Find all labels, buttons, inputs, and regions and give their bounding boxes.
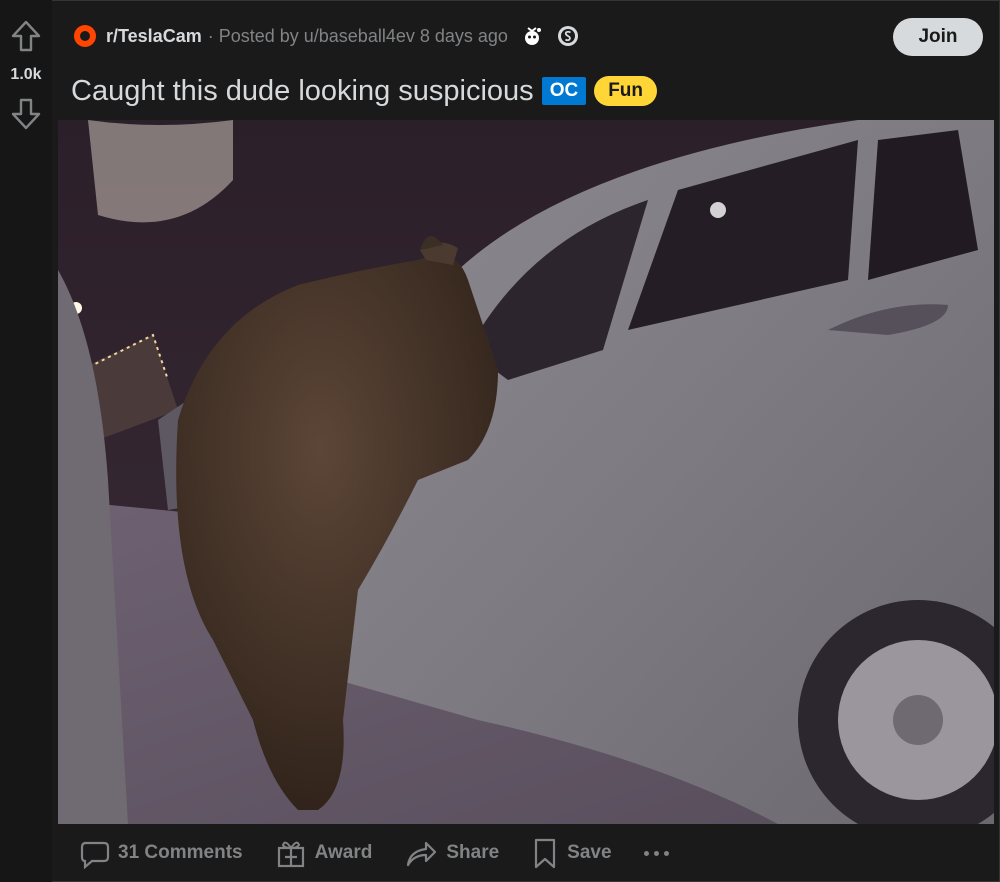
comments-button[interactable]: 31 Comments bbox=[70, 831, 251, 875]
post-actions: 31 Comments Award Share Save bbox=[70, 830, 677, 876]
post-title-row: Caught this dude looking suspicious OC F… bbox=[71, 70, 658, 112]
silver-award-icon[interactable] bbox=[556, 24, 580, 48]
award-label: Award bbox=[314, 842, 373, 863]
subreddit-icon[interactable] bbox=[74, 25, 96, 47]
share-button[interactable]: Share bbox=[396, 831, 507, 875]
post-meta: r/TeslaCam · Posted by u/baseball4ev 8 d… bbox=[74, 22, 580, 50]
post-image[interactable] bbox=[58, 120, 994, 824]
save-label: Save bbox=[567, 842, 612, 863]
flair-badge[interactable]: Fun bbox=[594, 76, 658, 106]
share-icon bbox=[407, 841, 437, 867]
post-title[interactable]: Caught this dude looking suspicious bbox=[71, 75, 534, 108]
award-button[interactable]: Award bbox=[267, 831, 381, 875]
oc-badge: OC bbox=[541, 77, 587, 105]
more-dot-icon bbox=[653, 850, 659, 856]
posted-by-text: · Posted by u/baseball4ev 8 days ago bbox=[207, 25, 508, 46]
subreddit-link[interactable]: r/TeslaCam bbox=[106, 26, 202, 47]
helpful-award-icon[interactable] bbox=[520, 24, 544, 48]
upvote-button[interactable] bbox=[8, 18, 44, 54]
vote-score: 1.0k bbox=[10, 66, 42, 83]
downvote-arrow-icon bbox=[11, 98, 41, 130]
more-dot-icon bbox=[663, 850, 669, 856]
share-label: Share bbox=[446, 842, 500, 863]
save-button[interactable]: Save bbox=[523, 831, 619, 875]
gift-icon bbox=[277, 841, 304, 868]
upvote-arrow-icon bbox=[11, 20, 41, 52]
vote-bar: 1.0k bbox=[0, 0, 52, 882]
comments-label: 31 Comments bbox=[118, 842, 243, 863]
more-options-button[interactable] bbox=[636, 845, 677, 862]
join-button[interactable]: Join bbox=[893, 18, 983, 56]
bear-car-photo bbox=[58, 120, 994, 824]
bookmark-icon bbox=[535, 838, 556, 869]
comment-icon bbox=[80, 841, 110, 869]
more-dot-icon bbox=[643, 850, 649, 856]
downvote-button[interactable] bbox=[8, 96, 44, 132]
